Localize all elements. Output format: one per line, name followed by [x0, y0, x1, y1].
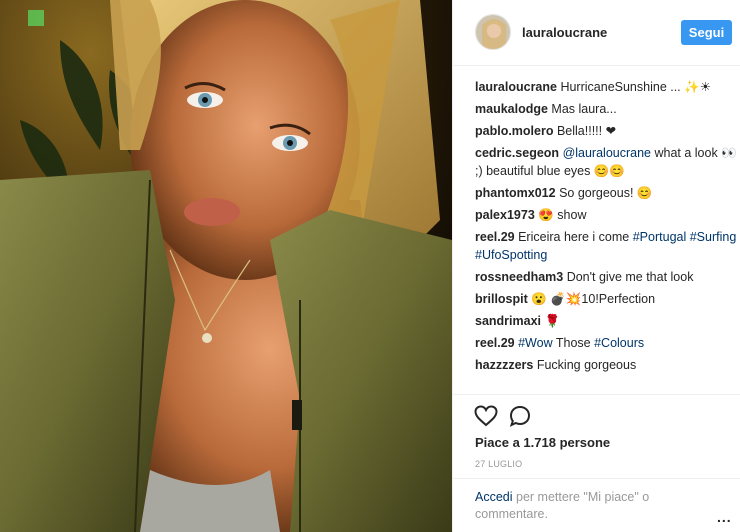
- comment-username[interactable]: palex1973: [475, 208, 535, 222]
- comment-text: So gorgeous! 😊: [555, 186, 653, 200]
- post-side-panel: lauraloucrane Segui lauraloucrane Hurric…: [452, 0, 740, 532]
- selfie-image: [0, 0, 452, 532]
- comment-item: lauraloucrane HurricaneSunshine ... ✨☀: [475, 78, 737, 96]
- comment-username[interactable]: reel.29: [475, 230, 515, 244]
- comment-text: Bella!!!!! ❤: [553, 124, 617, 138]
- post-header: lauraloucrane Segui: [453, 0, 740, 66]
- comment-item: maukalodge Mas laura...: [475, 100, 737, 118]
- comment-item: phantomx012 So gorgeous! 😊: [475, 184, 737, 202]
- comment-username[interactable]: sandrimaxi: [475, 314, 541, 328]
- comment-item: pablo.molero Bella!!!!! ❤: [475, 122, 737, 140]
- comment-link[interactable]: #UfoSpotting: [475, 248, 547, 262]
- comment-text: 😍 show: [534, 208, 587, 222]
- comment-username[interactable]: lauraloucrane: [475, 80, 557, 94]
- comment-item: brillospit 😮 💣💥10!Perfection: [475, 290, 737, 308]
- comment-item: hazzzzers Fucking gorgeous: [475, 356, 737, 374]
- comment-text: Those: [552, 336, 595, 350]
- comment-username[interactable]: reel.29: [475, 336, 515, 350]
- comment-item: cedric.segeon @lauraloucrane what a look…: [475, 144, 737, 180]
- post-photo[interactable]: [0, 0, 452, 532]
- comment-username[interactable]: hazzzzers: [475, 358, 533, 372]
- comment-link[interactable]: #Portugal: [633, 230, 687, 244]
- header-username[interactable]: lauraloucrane: [522, 25, 607, 40]
- follow-button[interactable]: Segui: [681, 20, 732, 45]
- comment-username[interactable]: cedric.segeon: [475, 146, 559, 160]
- comment-link[interactable]: @lauraloucrane: [563, 146, 651, 160]
- action-bar: Piace a 1.718 persone 27 LUGLIO: [453, 394, 740, 469]
- comment-text: 🌹: [541, 314, 561, 328]
- comment-text: Ericeira here i come: [514, 230, 633, 244]
- comment-item: reel.29 #Wow Those #Colours: [475, 334, 737, 352]
- comment-item: sandrimaxi 🌹: [475, 312, 737, 330]
- heart-icon[interactable]: [474, 405, 498, 427]
- login-link[interactable]: Accedi: [475, 490, 513, 504]
- comment-item: palex1973 😍 show: [475, 206, 737, 224]
- comment-text: HurricaneSunshine ... ✨☀: [556, 80, 711, 94]
- more-options-icon[interactable]: ...: [717, 509, 732, 525]
- comment-username[interactable]: pablo.molero: [475, 124, 553, 138]
- avatar-image: [476, 15, 510, 49]
- comment-text: Don't give me that look: [563, 270, 694, 284]
- comment-text: 😮 💣💥10!Perfection: [527, 292, 656, 306]
- comment-item: rossneedham3 Don't give me that look: [475, 268, 737, 286]
- comment-link[interactable]: #Colours: [594, 336, 644, 350]
- comment-bubble-icon[interactable]: [509, 405, 531, 427]
- comment-username[interactable]: phantomx012: [475, 186, 556, 200]
- add-comment-section: Accedi per mettere "Mi piace" o commenta…: [453, 478, 740, 532]
- comment-username[interactable]: rossneedham3: [475, 270, 563, 284]
- post-date: 27 LUGLIO: [475, 459, 523, 469]
- comment-username[interactable]: maukalodge: [475, 102, 548, 116]
- comment-username[interactable]: brillospit: [475, 292, 528, 306]
- comment-link[interactable]: #Surfing: [690, 230, 737, 244]
- comment-link[interactable]: #Wow: [518, 336, 553, 350]
- comment-list: lauraloucrane HurricaneSunshine ... ✨☀ ma…: [475, 78, 737, 378]
- likes-count[interactable]: Piace a 1.718 persone: [475, 435, 610, 450]
- comment-item: reel.29 Ericeira here i come #Portugal #…: [475, 228, 737, 264]
- login-prompt: Accedi per mettere "Mi piace" o commenta…: [475, 489, 675, 523]
- comment-text: Fucking gorgeous: [533, 358, 637, 372]
- avatar[interactable]: [475, 14, 511, 50]
- comment-text: Mas laura...: [547, 102, 617, 116]
